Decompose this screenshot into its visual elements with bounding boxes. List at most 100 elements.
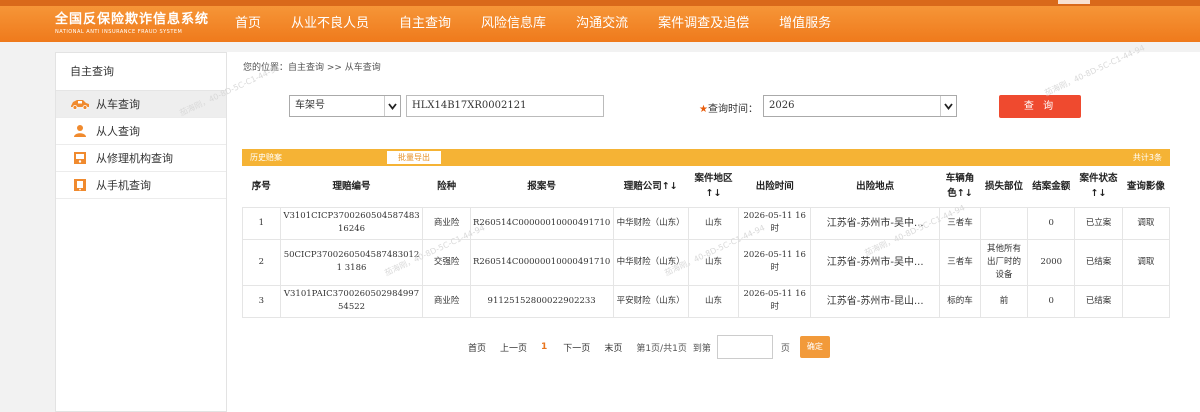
cell-vehicle-role: 三者车 bbox=[939, 206, 981, 240]
col-vehicle-role[interactable]: 车辆角色↑↓ bbox=[939, 166, 981, 208]
cell-claim-company: 平安财险（山东） bbox=[612, 284, 689, 318]
claims-table: 序号 理赔编号 险种 报案号 理赔公司↑↓ 案件地区↑↓ 出险时间 出险地点 车… bbox=[242, 166, 1171, 318]
table-row: 3 V3101PAIC370026050298499754522 商业险 911… bbox=[242, 284, 1171, 318]
page-number-input[interactable] bbox=[716, 335, 773, 359]
main-nav: 首页 从业不良人员 自主查询 风险信息库 沟通交流 案件调查及追偿 增值服务 bbox=[220, 6, 846, 42]
retrieve-image-link[interactable]: 调取 bbox=[1121, 238, 1171, 286]
sidebar-item-label: 从车查询 bbox=[96, 97, 140, 111]
required-star-icon: ★ bbox=[699, 104, 708, 115]
nav-risk-database[interactable]: 风险信息库 bbox=[466, 6, 561, 42]
history-claims-label: 历史赔案 bbox=[250, 153, 282, 162]
breadcrumb: 您的位置：自主查询 >> 从车查询 bbox=[243, 63, 381, 73]
car-icon bbox=[70, 97, 90, 111]
nav-value-added[interactable]: 增值服务 bbox=[764, 6, 846, 42]
col-accident-location: 出险地点 bbox=[810, 166, 940, 208]
chevron-down-icon bbox=[940, 96, 956, 116]
col-case-region[interactable]: 案件地区↑↓ bbox=[688, 166, 739, 208]
cell-query-image bbox=[1121, 284, 1171, 318]
sidebar-item-car-query[interactable]: 从车查询 bbox=[56, 91, 226, 118]
col-accident-time: 出险时间 bbox=[738, 166, 811, 208]
sidebar-item-label: 从人查询 bbox=[96, 124, 140, 138]
cell-index: 3 bbox=[242, 284, 281, 318]
cell-report-number: R260514C00000010000491710 bbox=[469, 238, 614, 286]
pager-current: 1 bbox=[541, 342, 548, 352]
cell-insurance-type: 交强险 bbox=[422, 238, 471, 286]
query-button[interactable]: 查 询 bbox=[999, 95, 1081, 118]
sidebar-item-person-query[interactable]: 从人查询 bbox=[56, 118, 226, 145]
sidebar-item-phone-query[interactable]: 从手机查询 bbox=[56, 172, 226, 199]
vin-input[interactable]: HLX14B17XR0002121 bbox=[406, 95, 604, 117]
pager-goto-label: 到第 bbox=[692, 343, 711, 354]
cell-case-status: 已立案 bbox=[1074, 206, 1123, 240]
cell-index: 2 bbox=[242, 238, 281, 286]
cell-claim-number: V3101CICP370026050458748316246 bbox=[279, 206, 424, 240]
cell-vehicle-role: 标的车 bbox=[939, 284, 981, 318]
pager-next[interactable]: 下一页 bbox=[563, 341, 590, 354]
cell-case-region: 山东 bbox=[687, 284, 740, 318]
pager-first[interactable]: 首页 bbox=[468, 341, 486, 354]
cell-accident-time: 2026-05-11 16时 bbox=[738, 238, 812, 286]
pagination: 首页 上一页 1 下一页 末页 第1页/共1页 到第 页 确定 bbox=[468, 335, 830, 359]
cell-settlement-amount: 0 bbox=[1027, 284, 1076, 318]
sidebar-item-label: 从修理机构查询 bbox=[96, 151, 173, 165]
nav-case-investigation[interactable]: 案件调查及追偿 bbox=[643, 6, 764, 42]
cell-claim-company: 中华财险（山东） bbox=[612, 206, 689, 240]
cell-claim-number: 50CICP37002605045874830121 3186 bbox=[279, 238, 424, 286]
col-index: 序号 bbox=[242, 166, 281, 208]
pager-prev[interactable]: 上一页 bbox=[500, 341, 527, 354]
cell-case-region: 山东 bbox=[687, 238, 740, 286]
table-row: 2 50CICP37002605045874830121 3186 交强险 R2… bbox=[242, 238, 1171, 286]
site-logo[interactable]: 全国反保险欺诈信息系统 NATIONAL ANTI INSURANCE FRAU… bbox=[55, 8, 215, 38]
cell-damage-part bbox=[979, 206, 1029, 240]
sidebar: 自主查询 从车查询 从人查询 从修理机构查询 从手机查询 bbox=[55, 52, 227, 412]
sidebar-item-label: 从手机查询 bbox=[96, 178, 151, 192]
retrieve-image-link[interactable]: 调取 bbox=[1121, 206, 1171, 240]
cell-damage-part: 前 bbox=[979, 284, 1029, 318]
phone-icon bbox=[70, 178, 90, 192]
col-report-number: 报案号 bbox=[470, 166, 614, 208]
cell-insurance-type: 商业险 bbox=[422, 284, 471, 318]
top-header: 全国反保险欺诈信息系统 NATIONAL ANTI INSURANCE FRAU… bbox=[0, 0, 1200, 42]
field-type-select[interactable]: 车架号 bbox=[289, 95, 401, 117]
cell-index: 1 bbox=[242, 206, 281, 240]
nav-self-query[interactable]: 自主查询 bbox=[384, 6, 466, 42]
pager-confirm-button[interactable]: 确定 bbox=[799, 336, 830, 358]
nav-home[interactable]: 首页 bbox=[220, 6, 276, 42]
cell-report-number: 91125152800022902233 bbox=[469, 284, 614, 318]
table-header-row: 序号 理赔编号 险种 报案号 理赔公司↑↓ 案件地区↑↓ 出险时间 出险地点 车… bbox=[242, 166, 1170, 208]
cell-claim-company: 中华财险（山东） bbox=[612, 238, 689, 286]
cell-insurance-type: 商业险 bbox=[422, 206, 471, 240]
col-damage-part: 损失部位 bbox=[980, 166, 1028, 208]
cell-report-number: R260514C00000010000491710 bbox=[469, 206, 614, 240]
cell-accident-location: 江苏省-苏州市-吴中... bbox=[810, 206, 941, 240]
cell-claim-number: V3101PAIC370026050298499754522 bbox=[279, 284, 424, 318]
sidebar-item-repair-shop-query[interactable]: 从修理机构查询 bbox=[56, 145, 226, 172]
query-time-select[interactable]: 2026 bbox=[763, 95, 957, 117]
results-toolbar: 历史赔案 批量导出 共计3条 bbox=[242, 149, 1170, 166]
query-time-value: 2026 bbox=[769, 100, 795, 111]
logo-title-en: NATIONAL ANTI INSURANCE FRAUD SYSTEM bbox=[55, 29, 183, 35]
cell-case-status: 已结案 bbox=[1074, 238, 1123, 286]
logo-title-cn: 全国反保险欺诈信息系统 bbox=[55, 12, 210, 27]
batch-export-button[interactable]: 批量导出 bbox=[387, 151, 441, 164]
field-type-value: 车架号 bbox=[295, 100, 325, 111]
cell-case-region: 山东 bbox=[687, 206, 740, 240]
cell-accident-time: 2026-05-11 16时 bbox=[738, 284, 812, 318]
pager-last[interactable]: 末页 bbox=[604, 341, 622, 354]
cell-accident-time: 2026-05-11 16时 bbox=[738, 206, 812, 240]
cell-accident-location: 江苏省-苏州市-昆山... bbox=[810, 284, 941, 318]
cell-accident-location: 江苏省-苏州市-吴中... bbox=[810, 238, 941, 286]
cell-case-status: 已结案 bbox=[1074, 284, 1123, 318]
person-icon bbox=[70, 124, 90, 138]
col-settlement-amount: 结案金额 bbox=[1027, 166, 1075, 208]
query-time-label: ★查询时间： bbox=[699, 100, 758, 115]
top-corner-tab bbox=[1058, 0, 1090, 4]
col-case-status[interactable]: 案件状态↑↓ bbox=[1074, 166, 1123, 208]
total-count: 共计3条 bbox=[1132, 153, 1162, 162]
sidebar-title: 自主查询 bbox=[56, 53, 226, 91]
pager-unit: 页 bbox=[780, 343, 790, 354]
nav-communication[interactable]: 沟通交流 bbox=[561, 6, 643, 42]
nav-bad-practitioners[interactable]: 从业不良人员 bbox=[276, 6, 384, 42]
col-claim-company[interactable]: 理赔公司↑↓ bbox=[613, 166, 689, 208]
cell-vehicle-role: 三者车 bbox=[939, 238, 981, 286]
